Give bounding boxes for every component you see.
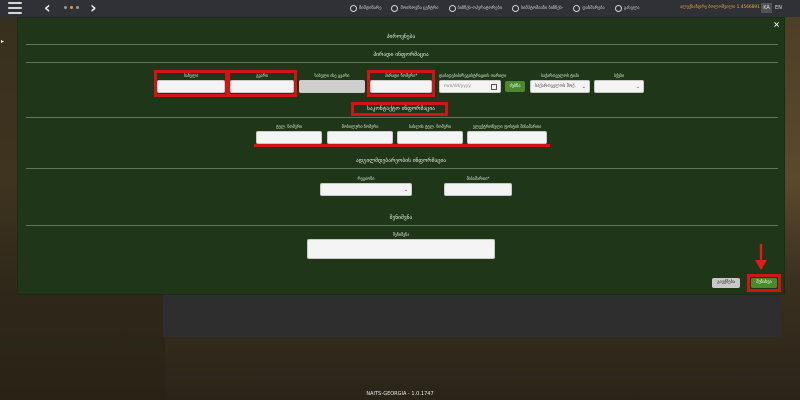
forward-arrow-icon[interactable]: › <box>90 0 97 16</box>
calendar-icon[interactable] <box>491 84 497 90</box>
address-label: მისამართი* <box>466 176 490 181</box>
phone-label: ტელ. ნომერი <box>275 124 303 129</box>
gender-label: სქესი <box>613 73 625 78</box>
divider <box>26 62 778 63</box>
phone-field[interactable] <box>256 131 322 144</box>
language-ka-button[interactable]: KA <box>761 3 772 13</box>
close-icon[interactable]: × <box>773 20 780 29</box>
email-label: ელექტრონული ფოსტის მისამართი <box>472 124 542 129</box>
divider <box>26 168 778 169</box>
search-button[interactable]: ძებნა <box>505 81 525 92</box>
home-icon <box>350 5 357 12</box>
help-icon <box>573 5 581 12</box>
divider <box>26 225 778 226</box>
patronymic-label: სახელი ისე გვარი <box>314 73 350 78</box>
red-arrow-down-icon <box>755 244 767 270</box>
birth-date-label: დაბადების/რეგისტრაციის თარიღი <box>439 73 507 78</box>
app-version: NAITS-GEORGIA - 1.0.1747 <box>366 391 434 397</box>
email-field[interactable] <box>467 131 547 144</box>
highlight-last-name <box>227 70 297 97</box>
patronymic-field[interactable] <box>299 80 365 93</box>
chevron-down-icon: ⌄ <box>581 84 586 90</box>
mobile-label: მობილური ნომერი <box>341 124 379 129</box>
top-menu-item-home[interactable]: მიმდინარე <box>350 5 381 12</box>
highlight-first-name <box>154 70 228 97</box>
home-phone-field[interactable] <box>397 131 463 144</box>
user-name[interactable]: ალექსანდრე ბოლოშვილი 1.4566891 <box>680 5 760 10</box>
request-icon <box>391 5 399 12</box>
person-modal: × პიროვნება პირადი ინფორმაცია სახელი გვა… <box>17 17 785 295</box>
highlight-save-button <box>747 274 781 292</box>
address-field[interactable] <box>444 183 512 196</box>
business-icon <box>448 5 456 12</box>
mobile-field[interactable] <box>327 131 393 144</box>
top-navigation-bar: ‹ › მიმდინარე მოთხოვნა ცენტრი ბიზნეს-ოპე… <box>0 0 800 17</box>
highlight-contact-fields <box>254 144 550 147</box>
top-menu-item-report[interactable]: სიმპტომიანი ბიზნეს- <box>511 5 563 12</box>
note-label: შენიშვნა <box>392 232 410 237</box>
location-info-heading: ადგილმდებარეობის ინფორმაცია <box>355 158 447 164</box>
modal-title: პიროვნება <box>386 34 416 40</box>
language-en-button[interactable]: EN <box>773 3 784 13</box>
carousel-dots <box>64 6 82 10</box>
highlight-contact-heading <box>351 102 448 116</box>
citizenship-select[interactable]: საქართველოს მოქ. ⌄ <box>530 80 590 93</box>
top-menu-item-logout[interactable]: გასვლა <box>614 5 640 12</box>
birth-date-field[interactable]: mm/dd/yyyy <box>439 80 501 93</box>
region-label: რეგიონი <box>357 176 375 181</box>
note-heading: შენიშვნა <box>389 215 413 221</box>
top-menu-item-business[interactable]: ბიზნეს-ოპერატორები <box>448 5 502 12</box>
cursor-icon: ▸ <box>1 38 5 45</box>
birth-date-placeholder: mm/dd/yyyy <box>444 84 471 89</box>
gender-select[interactable]: ⌄ <box>594 80 644 93</box>
top-menu: მიმდინარე მოთხოვნა ცენტრი ბიზნეს-ოპერატო… <box>350 0 640 17</box>
region-select[interactable]: ⌄ <box>320 183 412 196</box>
top-menu-item-help[interactable]: დახმარება <box>573 5 605 12</box>
note-textarea[interactable] <box>307 239 495 259</box>
personal-info-heading: პირადი ინფორმაცია <box>373 52 429 58</box>
chevron-down-icon: ⌄ <box>635 84 640 90</box>
logout-icon <box>614 5 622 12</box>
home-phone-label: სახლის ტელ. ნომერი <box>409 124 451 129</box>
back-arrow-icon[interactable]: ‹ <box>44 0 51 16</box>
hamburger-menu-icon[interactable] <box>8 2 22 14</box>
citizenship-label: საქართველოს ტიპი <box>540 73 580 78</box>
chevron-down-icon: ⌄ <box>403 187 408 193</box>
top-menu-item-request[interactable]: მოთხოვნა ცენტრი <box>391 5 439 12</box>
report-icon <box>511 5 519 12</box>
highlight-personal-id <box>367 70 435 97</box>
cancel-button[interactable]: გაუქმება <box>712 278 740 288</box>
divider <box>26 44 778 45</box>
divider <box>26 117 778 118</box>
